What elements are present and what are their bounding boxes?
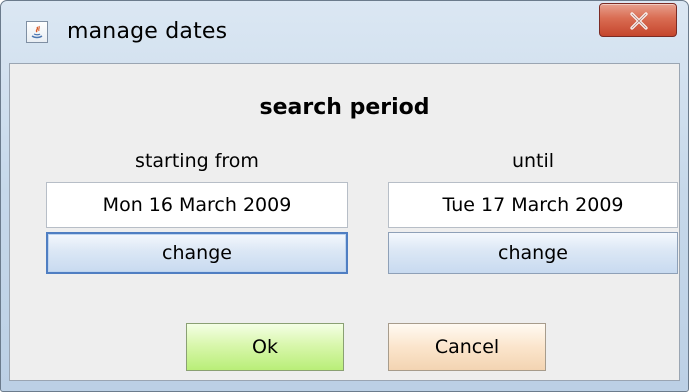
manage-dates-window: manage dates search period starting from…	[0, 0, 689, 392]
change-start-date-button[interactable]: change	[46, 232, 348, 274]
start-date-field[interactable]: Mon 16 March 2009	[46, 182, 348, 228]
starting-from-label: starting from	[135, 150, 259, 172]
java-app-icon	[26, 21, 48, 43]
cancel-button[interactable]: Cancel	[388, 323, 546, 371]
title-bar[interactable]: manage dates	[1, 1, 688, 63]
dialog-content: search period starting from until Mon 16…	[9, 63, 680, 381]
close-icon	[630, 12, 648, 30]
until-label: until	[511, 150, 555, 172]
search-period-heading: search period	[259, 95, 430, 120]
ok-button[interactable]: Ok	[186, 323, 344, 371]
close-button[interactable]	[599, 3, 677, 37]
window-title: manage dates	[67, 19, 228, 44]
end-date-field[interactable]: Tue 17 March 2009	[388, 182, 678, 228]
change-end-date-button[interactable]: change	[388, 232, 678, 274]
